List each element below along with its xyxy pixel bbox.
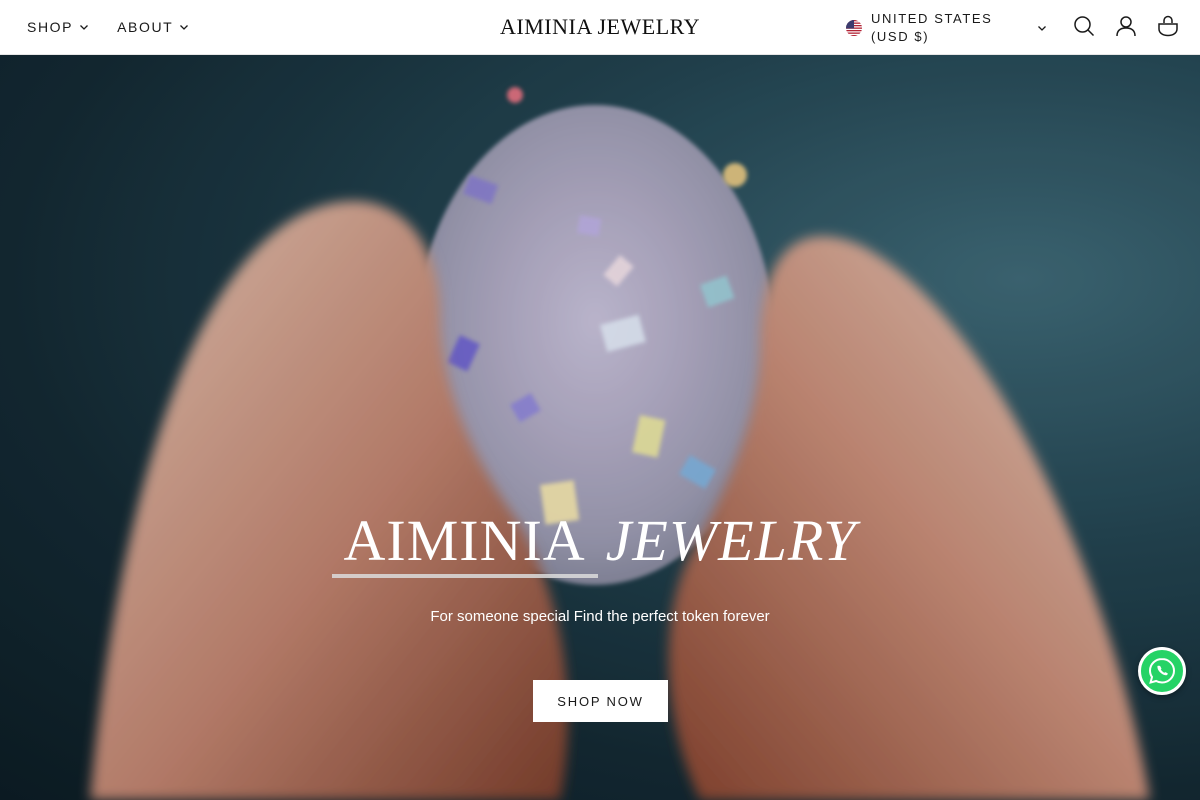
cart-icon[interactable] xyxy=(1156,14,1180,38)
chevron-down-icon xyxy=(80,25,89,30)
main-nav: SHOP ABOUT xyxy=(27,0,189,54)
header-icons xyxy=(1072,14,1180,38)
region-label: UNITED STATES (USD $) xyxy=(871,11,993,44)
hero-title: AIMINIA JEWELRY xyxy=(0,507,1200,578)
nav-about-label: ABOUT xyxy=(117,19,174,35)
chevron-down-icon xyxy=(1038,26,1046,31)
hero-title-word2: JEWELRY xyxy=(605,508,857,573)
region-selector[interactable]: UNITED STATES (USD $) xyxy=(846,8,1051,48)
nav-shop-label: SHOP xyxy=(27,19,74,35)
chevron-down-icon xyxy=(180,25,189,30)
site-header: SHOP ABOUT AIMINIA JEWELRY UNITED STATES… xyxy=(0,0,1200,55)
hero-title-word1: AIMINIA xyxy=(331,508,598,578)
hero-banner: AIMINIA JEWELRY For someone special Find … xyxy=(0,55,1200,800)
search-icon[interactable] xyxy=(1072,14,1096,38)
us-flag-icon xyxy=(846,20,862,36)
shop-now-button[interactable]: SHOP NOW xyxy=(533,680,668,722)
account-icon[interactable] xyxy=(1114,14,1138,38)
site-logo[interactable]: AIMINIA JEWELRY xyxy=(500,14,700,39)
hero-subtitle: For someone special Find the perfect tok… xyxy=(430,608,770,625)
whatsapp-icon[interactable] xyxy=(1138,647,1186,695)
nav-shop[interactable]: SHOP xyxy=(27,19,89,35)
nav-about[interactable]: ABOUT xyxy=(117,19,189,35)
